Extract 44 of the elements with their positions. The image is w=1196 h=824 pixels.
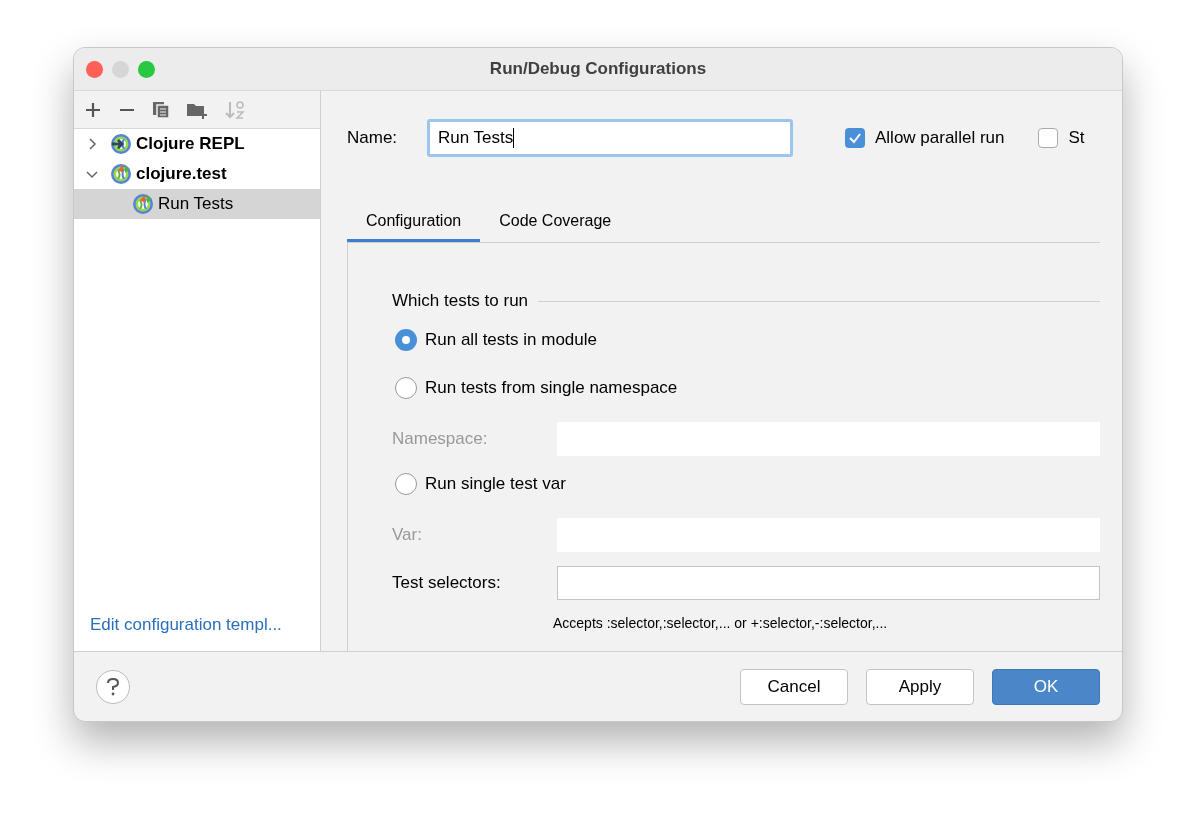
checkmark-icon (848, 131, 862, 145)
clojure-repl-icon (110, 133, 132, 155)
question-icon (106, 677, 120, 696)
radio-label: Run tests from single namespace (425, 377, 678, 400)
clojure-test-icon (110, 163, 132, 185)
hint-text: Accepts :selector,:selector,... or +:selector,-:selector,... (553, 614, 889, 633)
close-icon[interactable] (86, 60, 103, 78)
window-title: Run/Debug Configurations (489, 58, 707, 81)
tree-item[interactable]: Run Tests (74, 189, 320, 219)
clojure-test-icon (132, 193, 154, 215)
field-label: Namespace: (392, 428, 489, 451)
tree-label: clojure.test (136, 163, 227, 186)
tree-item[interactable]: clojure.test (74, 159, 320, 189)
tab[interactable]: Configuration (347, 202, 481, 242)
add-icon[interactable] (84, 100, 102, 119)
name-label: Name: (347, 127, 399, 150)
edit-templates-link[interactable]: Edit configuration templ... (90, 612, 282, 638)
tree-label: Clojure REPL (136, 133, 245, 156)
dialog-button[interactable]: Apply (866, 668, 974, 705)
tab[interactable]: Code Coverage (480, 202, 631, 242)
checkbox-label: St (1068, 127, 1085, 150)
radio-label: Run single test var (425, 473, 566, 496)
checkbox[interactable] (845, 128, 865, 148)
field-label: Var: (392, 524, 423, 547)
dialog-button[interactable]: Cancel (740, 668, 848, 705)
tree-item[interactable]: Clojure REPL (74, 129, 320, 159)
section-title: Which tests to run (392, 290, 529, 313)
zoom-icon[interactable] (138, 60, 155, 78)
chevron-down-icon[interactable] (86, 168, 98, 180)
field-label: Test selectors: (392, 572, 502, 595)
copy-icon[interactable] (152, 100, 170, 119)
help-button[interactable] (96, 669, 130, 704)
input-field[interactable] (557, 566, 1100, 600)
radio-button[interactable] (395, 473, 417, 495)
radio-button[interactable] (395, 377, 417, 399)
dialog-button[interactable]: OK (992, 668, 1100, 705)
chevron-right-icon[interactable] (86, 138, 98, 150)
checkbox[interactable] (1038, 128, 1059, 148)
radio-label: Run all tests in module (425, 329, 597, 352)
name-field[interactable]: Run Tests (427, 119, 793, 157)
radio-button[interactable] (395, 329, 417, 351)
tree-label: Run Tests (158, 193, 234, 216)
sort-icon[interactable] (224, 99, 246, 120)
checkbox-label: Allow parallel run (875, 127, 1005, 150)
